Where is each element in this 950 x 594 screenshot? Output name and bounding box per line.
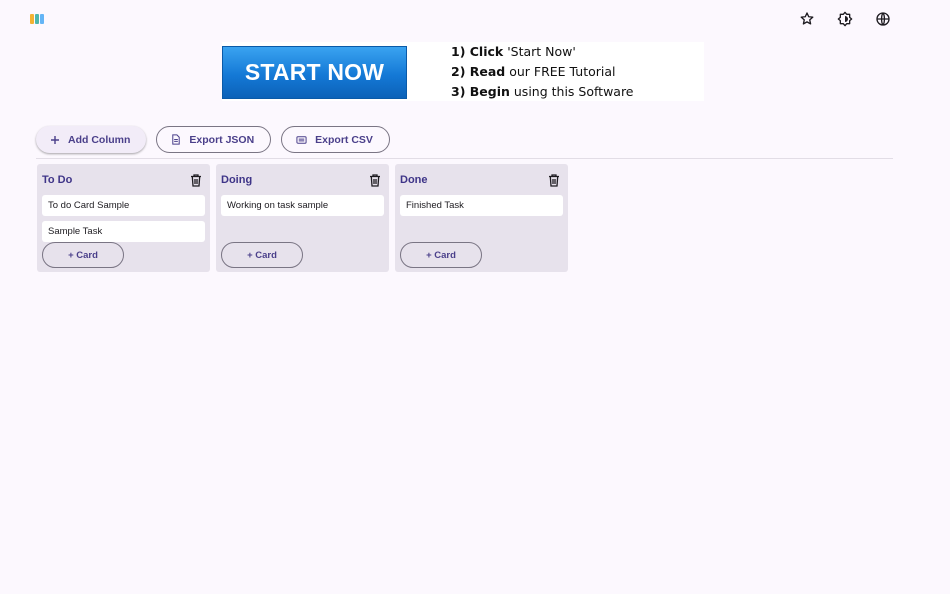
brightness-icon[interactable] [830,8,860,30]
card[interactable]: To do Card Sample [42,195,205,216]
column-done: Done Finished Task + Card [395,164,568,272]
export-json-label: Export JSON [189,133,255,146]
add-column-label: Add Column [68,133,131,146]
export-csv-button[interactable]: Export CSV [281,126,390,153]
column-header: To Do [42,169,205,191]
ad-step-1: 1) Click 'Start Now' [451,43,576,59]
column-header: Done [400,169,563,191]
add-card-button[interactable]: + Card [221,242,303,268]
column-title: To Do [42,174,73,186]
ad-banner[interactable]: START NOW 1) Click 'Start Now' 2) Read o… [222,42,704,101]
add-column-button[interactable]: Add Column [36,126,147,153]
ad-step-2: 2) Read our FREE Tutorial [451,63,616,79]
export-json-button[interactable]: Export JSON [156,126,272,153]
column-title: Done [400,174,428,186]
toolbar: Add Column Export JSON Export CSV [36,126,390,153]
header-actions [792,8,898,30]
trash-icon[interactable] [368,173,382,187]
globe-icon[interactable] [868,8,898,30]
toolbar-divider [36,158,893,159]
table-icon [296,135,307,144]
export-csv-label: Export CSV [315,133,373,146]
card[interactable]: Finished Task [400,195,563,216]
column-todo: To Do To do Card Sample Sample Task + Ca… [37,164,210,272]
file-icon [172,134,181,145]
start-now-button[interactable]: START NOW [222,46,407,99]
add-card-button[interactable]: + Card [400,242,482,268]
trash-icon[interactable] [547,173,561,187]
star-icon[interactable] [792,8,822,30]
trash-icon[interactable] [189,173,203,187]
column-title: Doing [221,174,253,186]
card[interactable]: Sample Task [42,221,205,242]
column-doing: Doing Working on task sample + Card [216,164,389,272]
ad-steps: 1) Click 'Start Now' 2) Read our FREE Tu… [451,42,634,102]
column-header: Doing [221,169,384,191]
kanban-board: To Do To do Card Sample Sample Task + Ca… [37,164,568,272]
add-card-button[interactable]: + Card [42,242,124,268]
app-logo-icon [30,14,44,24]
plus-icon [51,135,59,144]
ad-step-3: 3) Begin using this Software [451,83,634,99]
app-root: START NOW 1) Click 'Start Now' 2) Read o… [0,0,950,594]
card[interactable]: Working on task sample [221,195,384,216]
